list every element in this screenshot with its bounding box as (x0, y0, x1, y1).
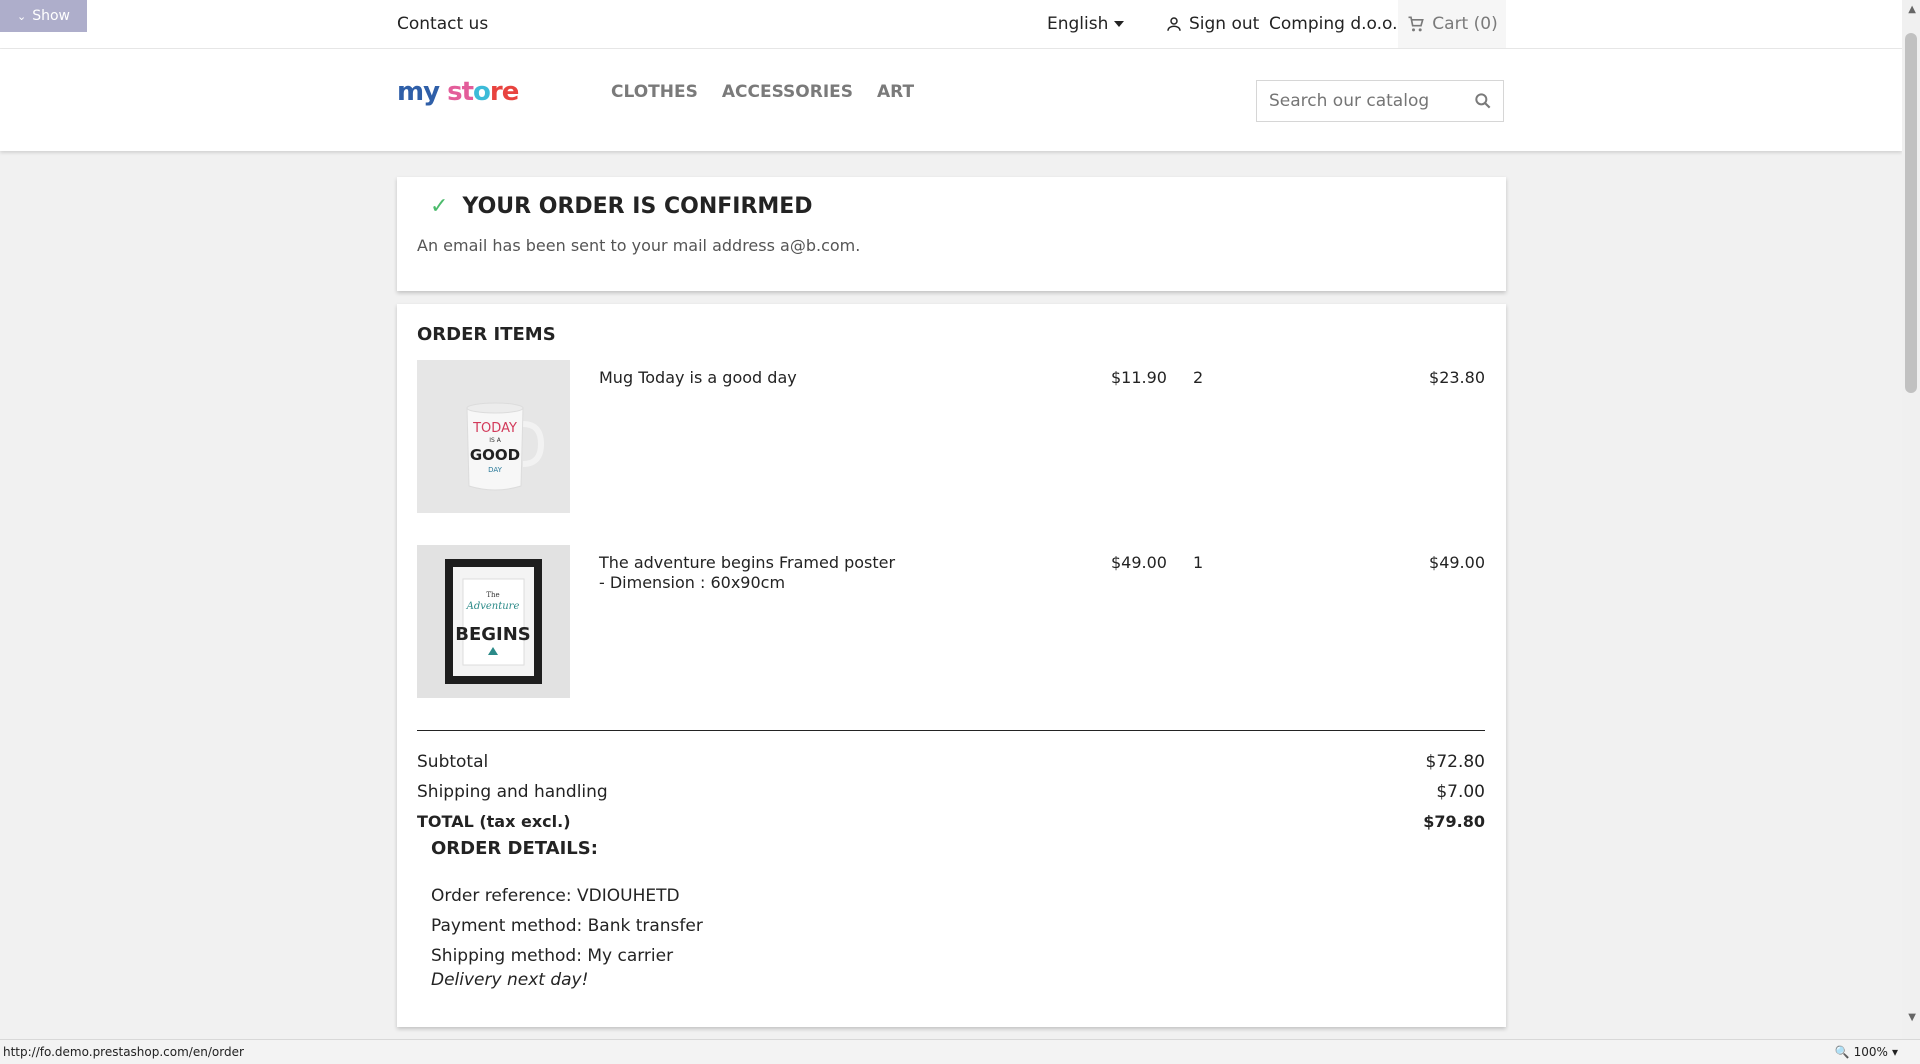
language-selector[interactable]: English (1047, 14, 1125, 34)
caret-down-icon (1114, 21, 1125, 27)
top-nav-bar: Contact us English Sign out Comping d.o.… (0, 0, 1902, 49)
order-items-title: ORDER ITEMS (417, 324, 556, 345)
svg-text:BEGINS: BEGINS (455, 624, 531, 645)
search-input[interactable] (1267, 81, 1471, 121)
poster-product-image: The Adventure BEGINS (417, 545, 570, 698)
vertical-scrollbar[interactable]: ▲ ▼ (1902, 0, 1920, 1040)
shipping-label: Shipping and handling (417, 782, 608, 802)
search-icon[interactable] (1473, 91, 1493, 111)
total-value: $79.80 (1423, 812, 1485, 831)
scroll-up-icon[interactable]: ▲ (1908, 4, 1916, 15)
menu-item-accessories[interactable]: ACCESSORIES (722, 82, 853, 102)
shipping-method: Shipping method: My carrier (431, 946, 674, 966)
order-items-card: ORDER ITEMS TODAY IS A GOOD DAY Mug Toda… (397, 304, 1506, 1027)
svg-text:The: The (486, 591, 499, 599)
status-url: http://fo.demo.prestashop.com/en/order (3, 1045, 244, 1059)
zoom-icon: 🔍 (1834, 1045, 1850, 1059)
chevron-down-icon: ▾ (1891, 1045, 1898, 1059)
subtotal-value: $72.80 (1425, 752, 1485, 772)
chevron-down-icon: ⌄ (17, 9, 27, 23)
contact-us-link[interactable]: Contact us (397, 14, 488, 34)
account-name-link[interactable]: Comping d.o.o. (1269, 14, 1398, 34)
zoom-control[interactable]: 🔍 100% ▾ (1835, 1045, 1898, 1059)
item-quantity: 2 (1193, 368, 1204, 387)
user-icon (1167, 17, 1181, 31)
item-total: $23.80 (1429, 368, 1485, 387)
svg-text:IS A: IS A (489, 437, 501, 444)
order-item: TODAY IS A GOOD DAY Mug Today is a good … (417, 360, 1485, 514)
scroll-down-icon[interactable]: ▼ (1908, 1012, 1916, 1023)
search-box (1256, 80, 1504, 122)
payment-method: Payment method: Bank transfer (431, 916, 703, 936)
cart-label: Cart (0) (1432, 14, 1498, 34)
language-label: English (1047, 14, 1109, 34)
menu-item-clothes[interactable]: CLOTHES (611, 82, 698, 102)
scrollbar-thumb[interactable] (1905, 33, 1917, 393)
mug-product-image: TODAY IS A GOOD DAY (417, 360, 570, 513)
item-price: $11.90 (1111, 368, 1167, 387)
order-details-title: ORDER DETAILS: (431, 838, 598, 859)
sign-out-link[interactable]: Sign out (1165, 14, 1259, 34)
totals-divider (417, 730, 1485, 731)
item-name: The adventure begins Framed poster - Dim… (599, 553, 896, 592)
shipping-row: Shipping and handling $7.00 (417, 782, 1485, 802)
subtotal-row: Subtotal $72.80 (417, 752, 1485, 772)
item-price: $49.00 (1111, 553, 1167, 572)
shipping-value: $7.00 (1436, 782, 1485, 802)
total-row: TOTAL (tax excl.) $79.80 (417, 812, 1485, 831)
total-label: TOTAL (tax excl.) (417, 812, 571, 831)
check-icon: ✓ (430, 194, 449, 219)
svg-text:DAY: DAY (488, 466, 503, 474)
store-logo[interactable]: my store (397, 77, 519, 107)
cart-button[interactable]: Cart (0) (1398, 0, 1506, 48)
zoom-level: 100% (1853, 1045, 1888, 1059)
subtotal-label: Subtotal (417, 752, 489, 772)
order-item: The Adventure BEGINS The adventure begin… (417, 545, 1485, 699)
item-name: Mug Today is a good day (599, 368, 797, 387)
order-reference: Order reference: VDIOUHETD (431, 886, 680, 906)
show-button-label: Show (32, 8, 70, 24)
confirmation-title: ✓ YOUR ORDER IS CONFIRMED (430, 194, 813, 219)
confirmation-message: An email has been sent to your mail addr… (417, 236, 861, 255)
menu-item-art[interactable]: ART (877, 82, 914, 102)
svg-text:TODAY: TODAY (472, 421, 517, 436)
main-menu: CLOTHES ACCESSORIES ART (611, 82, 914, 102)
site-header: my store CLOTHES ACCESSORIES ART (0, 49, 1902, 151)
order-details: ORDER DETAILS: Order reference: VDIOUHET… (431, 837, 703, 989)
show-toggle-button[interactable]: ⌄ Show (0, 0, 87, 32)
order-confirmation-card: ✓ YOUR ORDER IS CONFIRMED An email has b… (397, 177, 1506, 291)
browser-status-bar: http://fo.demo.prestashop.com/en/order 🔍… (0, 1039, 1920, 1064)
item-total: $49.00 (1429, 553, 1485, 572)
cart-icon (1408, 16, 1425, 32)
sign-out-label: Sign out (1189, 14, 1260, 34)
svg-text:Adventure: Adventure (466, 601, 520, 612)
delivery-note: Delivery next day! (431, 970, 589, 990)
item-quantity: 1 (1193, 553, 1204, 572)
svg-text:GOOD: GOOD (470, 446, 520, 464)
